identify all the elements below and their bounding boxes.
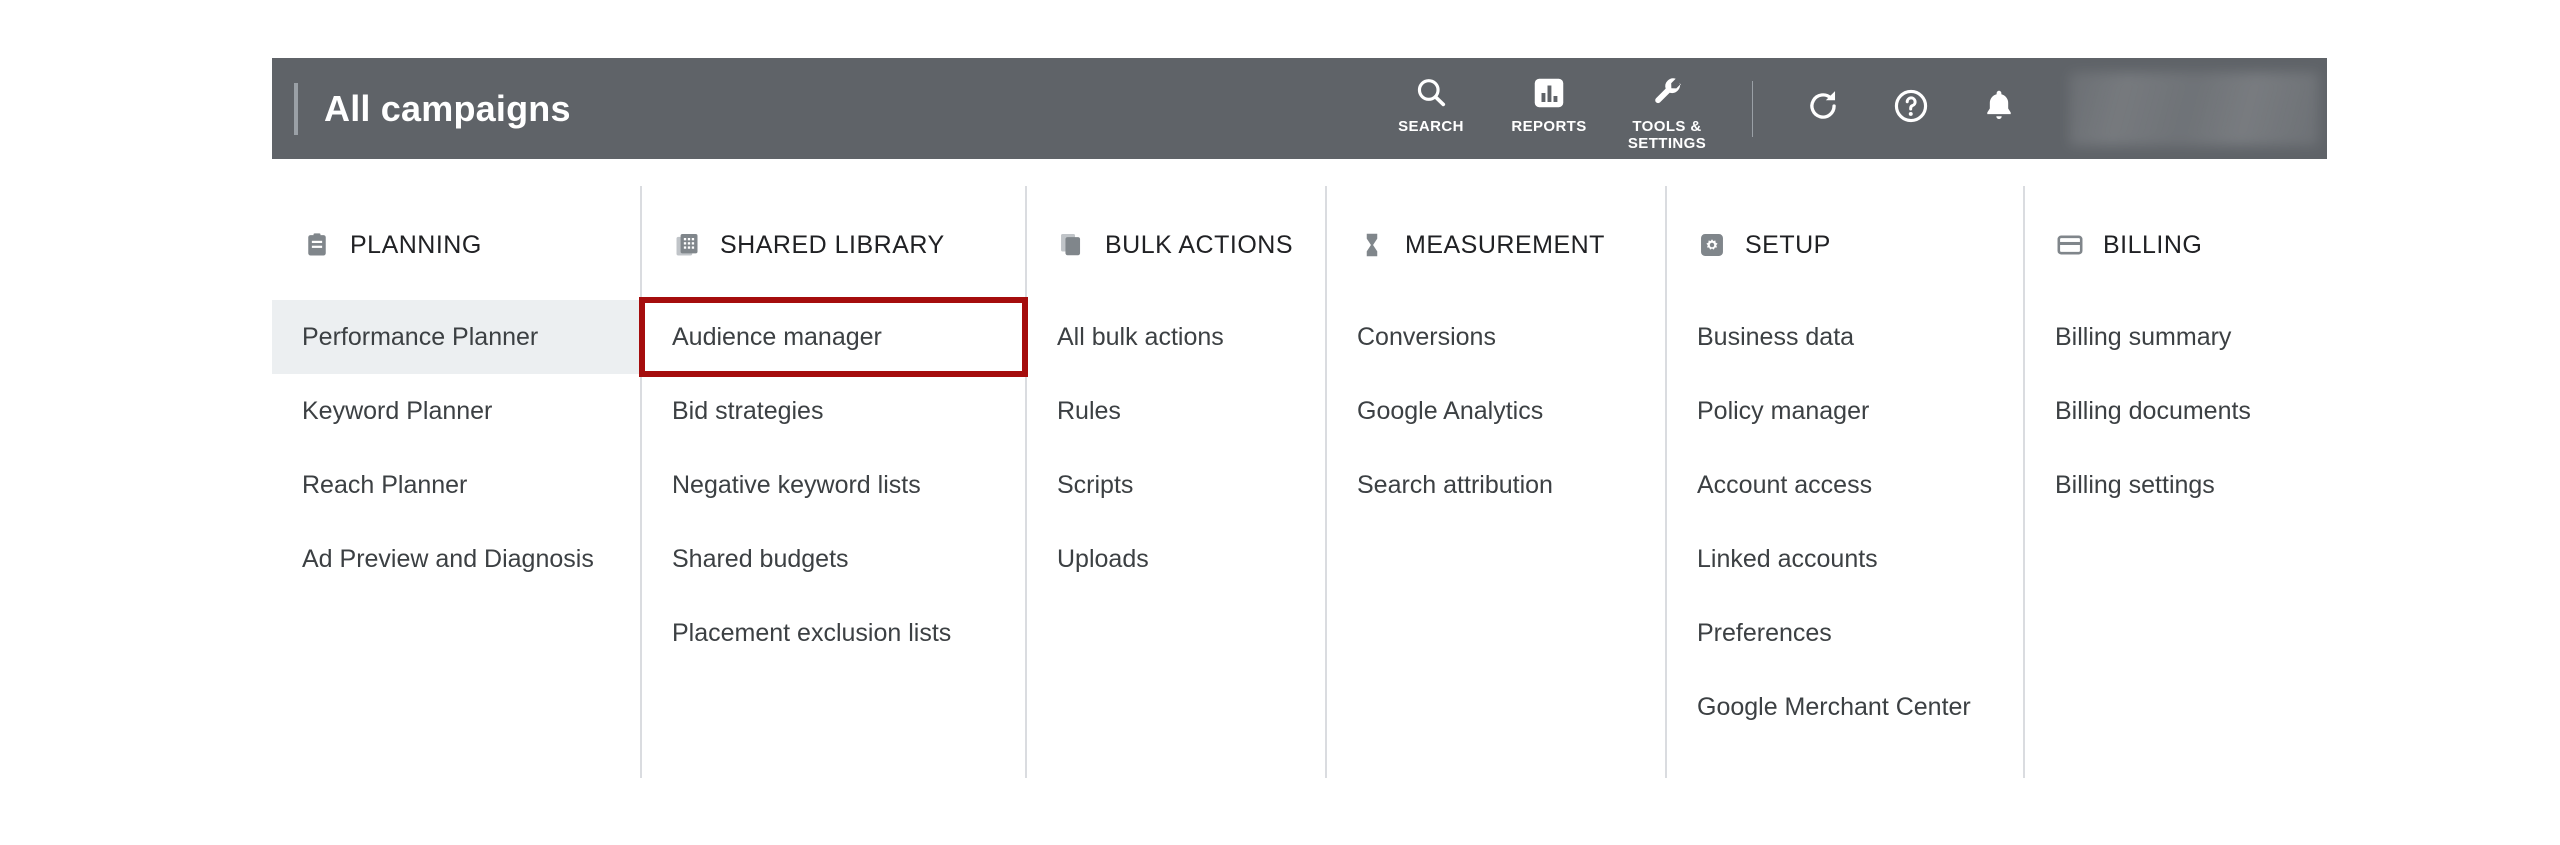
menu-item-label: Preferences bbox=[1697, 619, 1832, 647]
menu-item-ad-preview-and-diagnosis[interactable]: Ad Preview and Diagnosis bbox=[272, 522, 640, 596]
menu-item-label: Placement exclusion lists bbox=[672, 619, 952, 647]
column-header-measurement: MEASUREMENT bbox=[1327, 224, 1665, 266]
menu-column-planning: PLANNING Performance Planner Keyword Pla… bbox=[272, 186, 640, 778]
credit-card-icon bbox=[2055, 230, 2085, 260]
menu-item-label: Billing documents bbox=[2055, 397, 2251, 425]
refresh-button[interactable] bbox=[1779, 79, 1867, 139]
menu-item-label: Google Merchant Center bbox=[1697, 693, 1971, 721]
menu-column-shared-library: SHARED LIBRARY Audience manager Bid stra… bbox=[639, 186, 1028, 778]
menu-item-scripts[interactable]: Scripts bbox=[1027, 448, 1325, 522]
menu-item-label: Scripts bbox=[1057, 471, 1134, 499]
column-header-label: MEASUREMENT bbox=[1405, 230, 1605, 259]
notifications-bell-icon bbox=[1980, 87, 2018, 130]
menu-item-search-attribution[interactable]: Search attribution bbox=[1327, 448, 1665, 522]
search-label: SEARCH bbox=[1398, 118, 1464, 135]
reports-label: REPORTS bbox=[1511, 118, 1587, 135]
menu-item-label: Audience manager bbox=[672, 323, 882, 351]
refresh-icon bbox=[1804, 87, 1842, 130]
menu-column-measurement: MEASUREMENT Conversions Google Analytics… bbox=[1325, 186, 1665, 778]
title-accent-bar bbox=[294, 82, 298, 135]
menu-item-billing-settings[interactable]: Billing settings bbox=[2025, 448, 2327, 522]
reports-button[interactable]: REPORTS bbox=[1490, 72, 1608, 135]
menu-item-label: Uploads bbox=[1057, 545, 1149, 573]
menu-item-account-access[interactable]: Account access bbox=[1667, 448, 2023, 522]
menu-item-label: Keyword Planner bbox=[302, 397, 493, 425]
menu-item-rules[interactable]: Rules bbox=[1027, 374, 1325, 448]
library-grid-icon bbox=[672, 230, 702, 260]
menu-column-setup: SETUP Business data Policy manager Accou… bbox=[1665, 186, 2023, 778]
tools-and-settings-button[interactable]: TOOLS & SETTINGS bbox=[1608, 72, 1726, 152]
menu-column-bulk-actions: BULK ACTIONS All bulk actions Rules Scri… bbox=[1025, 186, 1325, 778]
page-title: All campaigns bbox=[324, 87, 571, 129]
menu-item-bid-strategies[interactable]: Bid strategies bbox=[642, 374, 1025, 448]
appbar-tools-group: SEARCH REPORTS TOOLS & SETTINGS bbox=[1372, 58, 1726, 159]
menu-item-label: Reach Planner bbox=[302, 471, 468, 499]
reports-bar-chart-icon bbox=[1531, 72, 1567, 114]
menu-item-negative-keyword-lists[interactable]: Negative keyword lists bbox=[642, 448, 1025, 522]
menu-item-shared-budgets[interactable]: Shared budgets bbox=[642, 522, 1025, 596]
menu-item-audience-manager[interactable]: Audience manager bbox=[639, 297, 1028, 377]
column-header-setup: SETUP bbox=[1667, 224, 2023, 266]
menu-item-label: Search attribution bbox=[1357, 471, 1553, 499]
menu-item-label: Billing settings bbox=[2055, 471, 2215, 499]
menu-item-linked-accounts[interactable]: Linked accounts bbox=[1667, 522, 2023, 596]
menu-item-label: Business data bbox=[1697, 323, 1855, 351]
menu-item-label: All bulk actions bbox=[1057, 323, 1224, 351]
menu-item-label: Performance Planner bbox=[302, 323, 539, 351]
menu-item-keyword-planner[interactable]: Keyword Planner bbox=[272, 374, 640, 448]
tools-and-settings-label: TOOLS & SETTINGS bbox=[1627, 118, 1707, 152]
notifications-button[interactable] bbox=[1955, 79, 2043, 139]
column-header-label: SETUP bbox=[1745, 230, 1831, 259]
account-info-redacted[interactable] bbox=[2069, 71, 2319, 146]
menu-item-label: Shared budgets bbox=[672, 545, 849, 573]
menu-item-policy-manager[interactable]: Policy manager bbox=[1667, 374, 2023, 448]
search-button[interactable]: SEARCH bbox=[1372, 72, 1490, 135]
menu-item-billing-summary[interactable]: Billing summary bbox=[2025, 300, 2327, 374]
menu-item-preferences[interactable]: Preferences bbox=[1667, 596, 2023, 670]
stacked-pages-icon bbox=[1057, 230, 1087, 260]
menu-item-label: Linked accounts bbox=[1697, 545, 1878, 573]
menu-item-google-merchant-center[interactable]: Google Merchant Center bbox=[1667, 670, 2023, 744]
wrench-icon bbox=[1649, 72, 1685, 114]
menu-item-label: Negative keyword lists bbox=[672, 471, 921, 499]
menu-column-billing: BILLING Billing summary Billing document… bbox=[2023, 186, 2327, 778]
menu-item-performance-planner[interactable]: Performance Planner bbox=[272, 300, 640, 374]
menu-item-conversions[interactable]: Conversions bbox=[1327, 300, 1665, 374]
column-header-planning: PLANNING bbox=[272, 224, 640, 266]
app-bar: All campaigns SEARCH REPORTS TOOLS & SET… bbox=[272, 58, 2327, 159]
help-button[interactable] bbox=[1867, 79, 1955, 139]
appbar-divider bbox=[1752, 80, 1753, 137]
menu-item-label: Bid strategies bbox=[672, 397, 824, 425]
menu-item-placement-exclusion-lists[interactable]: Placement exclusion lists bbox=[642, 596, 1025, 670]
column-header-billing: BILLING bbox=[2025, 224, 2327, 266]
column-header-bulk-actions: BULK ACTIONS bbox=[1027, 224, 1325, 266]
column-header-label: SHARED LIBRARY bbox=[720, 230, 945, 259]
menu-item-label: Ad Preview and Diagnosis bbox=[302, 545, 594, 573]
gear-icon bbox=[1697, 230, 1727, 260]
menu-item-label: Conversions bbox=[1357, 323, 1496, 351]
menu-item-uploads[interactable]: Uploads bbox=[1027, 522, 1325, 596]
search-icon bbox=[1413, 72, 1449, 114]
menu-item-business-data[interactable]: Business data bbox=[1667, 300, 2023, 374]
menu-item-all-bulk-actions[interactable]: All bulk actions bbox=[1027, 300, 1325, 374]
column-header-label: BILLING bbox=[2103, 230, 2203, 259]
menu-item-reach-planner[interactable]: Reach Planner bbox=[272, 448, 640, 522]
column-header-shared-library: SHARED LIBRARY bbox=[642, 224, 1025, 266]
tools-and-settings-menu: PLANNING Performance Planner Keyword Pla… bbox=[272, 186, 2327, 778]
menu-item-label: Google Analytics bbox=[1357, 397, 1544, 425]
hourglass-icon bbox=[1357, 230, 1387, 260]
menu-item-google-analytics[interactable]: Google Analytics bbox=[1327, 374, 1665, 448]
menu-item-billing-documents[interactable]: Billing documents bbox=[2025, 374, 2327, 448]
column-header-label: PLANNING bbox=[350, 230, 482, 259]
menu-item-label: Rules bbox=[1057, 397, 1121, 425]
clipboard-icon bbox=[302, 230, 332, 260]
menu-item-label: Policy manager bbox=[1697, 397, 1870, 425]
help-icon bbox=[1892, 87, 1930, 130]
appbar-actions-group bbox=[1779, 58, 2327, 159]
menu-item-label: Billing summary bbox=[2055, 323, 2232, 351]
menu-item-label: Account access bbox=[1697, 471, 1873, 499]
column-header-label: BULK ACTIONS bbox=[1105, 230, 1293, 259]
